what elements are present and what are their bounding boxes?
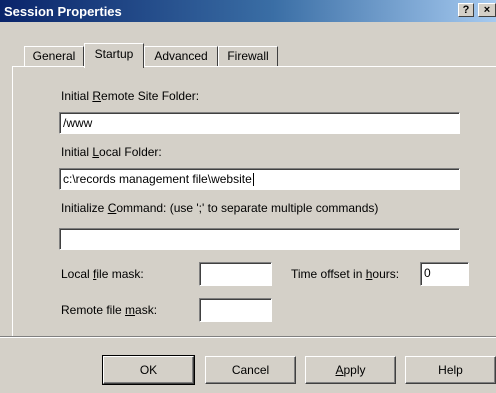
remote-folder-input[interactable]: /www xyxy=(59,112,460,134)
local-folder-value: c:\records management file\website xyxy=(63,172,252,186)
title-bar[interactable]: Session Properties ? × xyxy=(0,0,496,22)
close-icon[interactable]: × xyxy=(478,3,496,17)
local-mask-label: Local file mask: xyxy=(61,267,144,281)
init-command-input[interactable] xyxy=(59,228,460,250)
divider xyxy=(0,336,496,338)
startup-panel: Initial Remote Site Folder: /www Initial… xyxy=(12,66,496,336)
time-offset-input[interactable]: 0 xyxy=(420,262,469,286)
cancel-button[interactable]: Cancel xyxy=(205,356,296,384)
local-folder-input[interactable]: c:\records management file\website xyxy=(59,168,460,190)
help-icon[interactable]: ? xyxy=(458,3,474,17)
ok-button[interactable]: OK xyxy=(102,355,195,385)
init-command-label: Initialize Command: (use ';' to separate… xyxy=(61,201,379,215)
time-offset-label: Time offset in hours: xyxy=(291,267,400,281)
text-caret xyxy=(252,173,254,187)
apply-button[interactable]: Apply xyxy=(305,356,396,384)
tab-advanced[interactable]: Advanced xyxy=(144,46,218,66)
remote-mask-input[interactable] xyxy=(199,298,272,322)
tab-firewall[interactable]: Firewall xyxy=(218,46,278,66)
remote-mask-label: Remote file mask: xyxy=(61,303,158,317)
tab-general[interactable]: General xyxy=(24,46,84,66)
window-title: Session Properties xyxy=(4,4,122,19)
help-button[interactable]: Help xyxy=(405,356,496,384)
local-mask-input[interactable] xyxy=(199,262,272,286)
remote-folder-label: Initial Remote Site Folder: xyxy=(61,89,200,103)
local-folder-label: Initial Local Folder: xyxy=(61,145,162,159)
tab-startup[interactable]: Startup xyxy=(84,43,144,68)
